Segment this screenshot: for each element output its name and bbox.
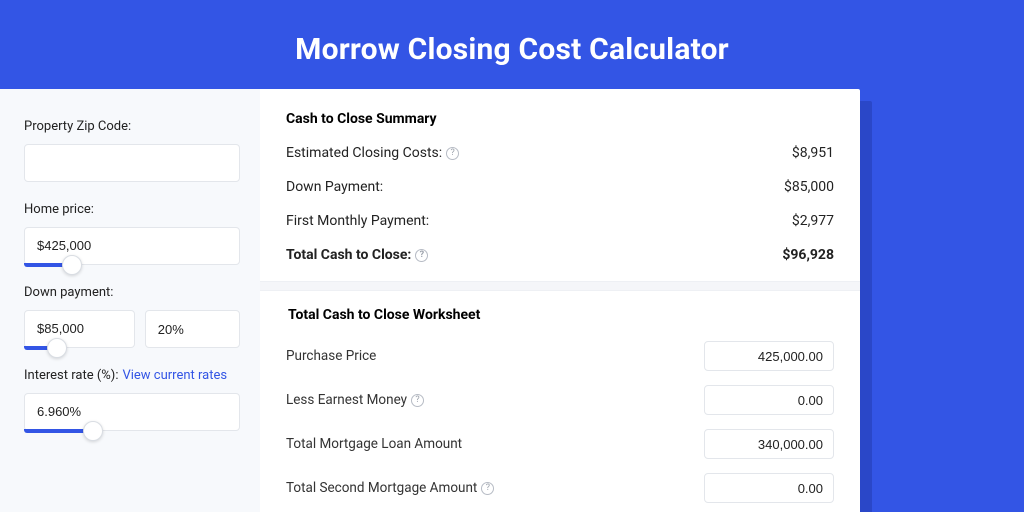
zip-input[interactable] — [24, 144, 240, 182]
summary-row: First Monthly Payment: $2,977 — [286, 213, 834, 229]
worksheet-row: Total Second Mortgage Amount? — [286, 473, 834, 503]
down-payment-label: Down payment: — [24, 285, 240, 300]
results-panel: Cash to Close Summary Estimated Closing … — [260, 89, 860, 512]
summary-total-value: $96,928 — [782, 247, 834, 263]
worksheet-row-label: Total Second Mortgage Amount — [286, 480, 477, 496]
interest-slider-thumb[interactable] — [83, 421, 103, 441]
help-icon[interactable]: ? — [481, 482, 494, 495]
section-divider — [260, 281, 860, 291]
view-rates-link[interactable]: View current rates — [122, 368, 227, 383]
summary-row-value: $2,977 — [792, 213, 834, 229]
page-title: Morrow Closing Cost Calculator — [0, 0, 1024, 89]
worksheet-row-input[interactable] — [704, 473, 834, 503]
summary-row-label: Down Payment: — [286, 179, 383, 195]
summary-row-value: $85,000 — [784, 179, 834, 195]
summary-total-row: Total Cash to Close: ? $96,928 — [286, 247, 834, 263]
summary-row: Estimated Closing Costs:? $8,951 — [286, 145, 834, 161]
worksheet-row: Total Mortgage Loan Amount — [286, 429, 834, 459]
down-payment-field: Down payment: — [24, 285, 240, 348]
help-icon[interactable]: ? — [446, 147, 459, 160]
interest-input[interactable] — [24, 393, 240, 431]
summary-row-label: First Monthly Payment: — [286, 213, 429, 229]
home-price-field: Home price: — [24, 202, 240, 265]
summary-total-label: Total Cash to Close: — [286, 247, 411, 263]
down-payment-slider[interactable] — [24, 346, 135, 350]
summary-row-value: $8,951 — [792, 145, 834, 161]
worksheet-row-input[interactable] — [704, 341, 834, 371]
help-icon[interactable]: ? — [415, 249, 428, 262]
zip-field: Property Zip Code: — [24, 119, 240, 182]
help-icon[interactable]: ? — [411, 394, 424, 407]
zip-label: Property Zip Code: — [24, 119, 240, 134]
worksheet-row-label: Less Earnest Money — [286, 392, 407, 408]
worksheet-row-input[interactable] — [704, 385, 834, 415]
worksheet-row: Purchase Price — [286, 341, 834, 371]
home-price-input[interactable] — [24, 227, 240, 265]
down-payment-input[interactable] — [24, 310, 135, 348]
summary-row: Down Payment: $85,000 — [286, 179, 834, 195]
worksheet-title: Total Cash to Close Worksheet — [286, 307, 834, 323]
summary-row-label: Estimated Closing Costs: — [286, 145, 442, 161]
summary-title: Cash to Close Summary — [286, 111, 834, 127]
down-payment-pct-input[interactable] — [145, 310, 240, 348]
worksheet-row-label: Purchase Price — [286, 348, 376, 364]
home-price-slider-thumb[interactable] — [62, 255, 82, 275]
calculator-card: Property Zip Code: Home price: Down paym… — [0, 89, 860, 512]
worksheet-row-label: Total Mortgage Loan Amount — [286, 436, 462, 452]
interest-label: Interest rate (%): — [24, 368, 118, 383]
home-price-label: Home price: — [24, 202, 240, 217]
interest-field: Interest rate (%): View current rates — [24, 368, 240, 431]
down-payment-slider-thumb[interactable] — [47, 338, 67, 358]
home-price-slider[interactable] — [24, 263, 240, 267]
inputs-panel: Property Zip Code: Home price: Down paym… — [0, 89, 260, 512]
worksheet-row: Less Earnest Money? — [286, 385, 834, 415]
worksheet-row-input[interactable] — [704, 429, 834, 459]
interest-slider[interactable] — [24, 429, 240, 433]
down-payment-input-wrap — [24, 310, 135, 348]
interest-input-wrap — [24, 393, 240, 431]
home-price-input-wrap — [24, 227, 240, 265]
